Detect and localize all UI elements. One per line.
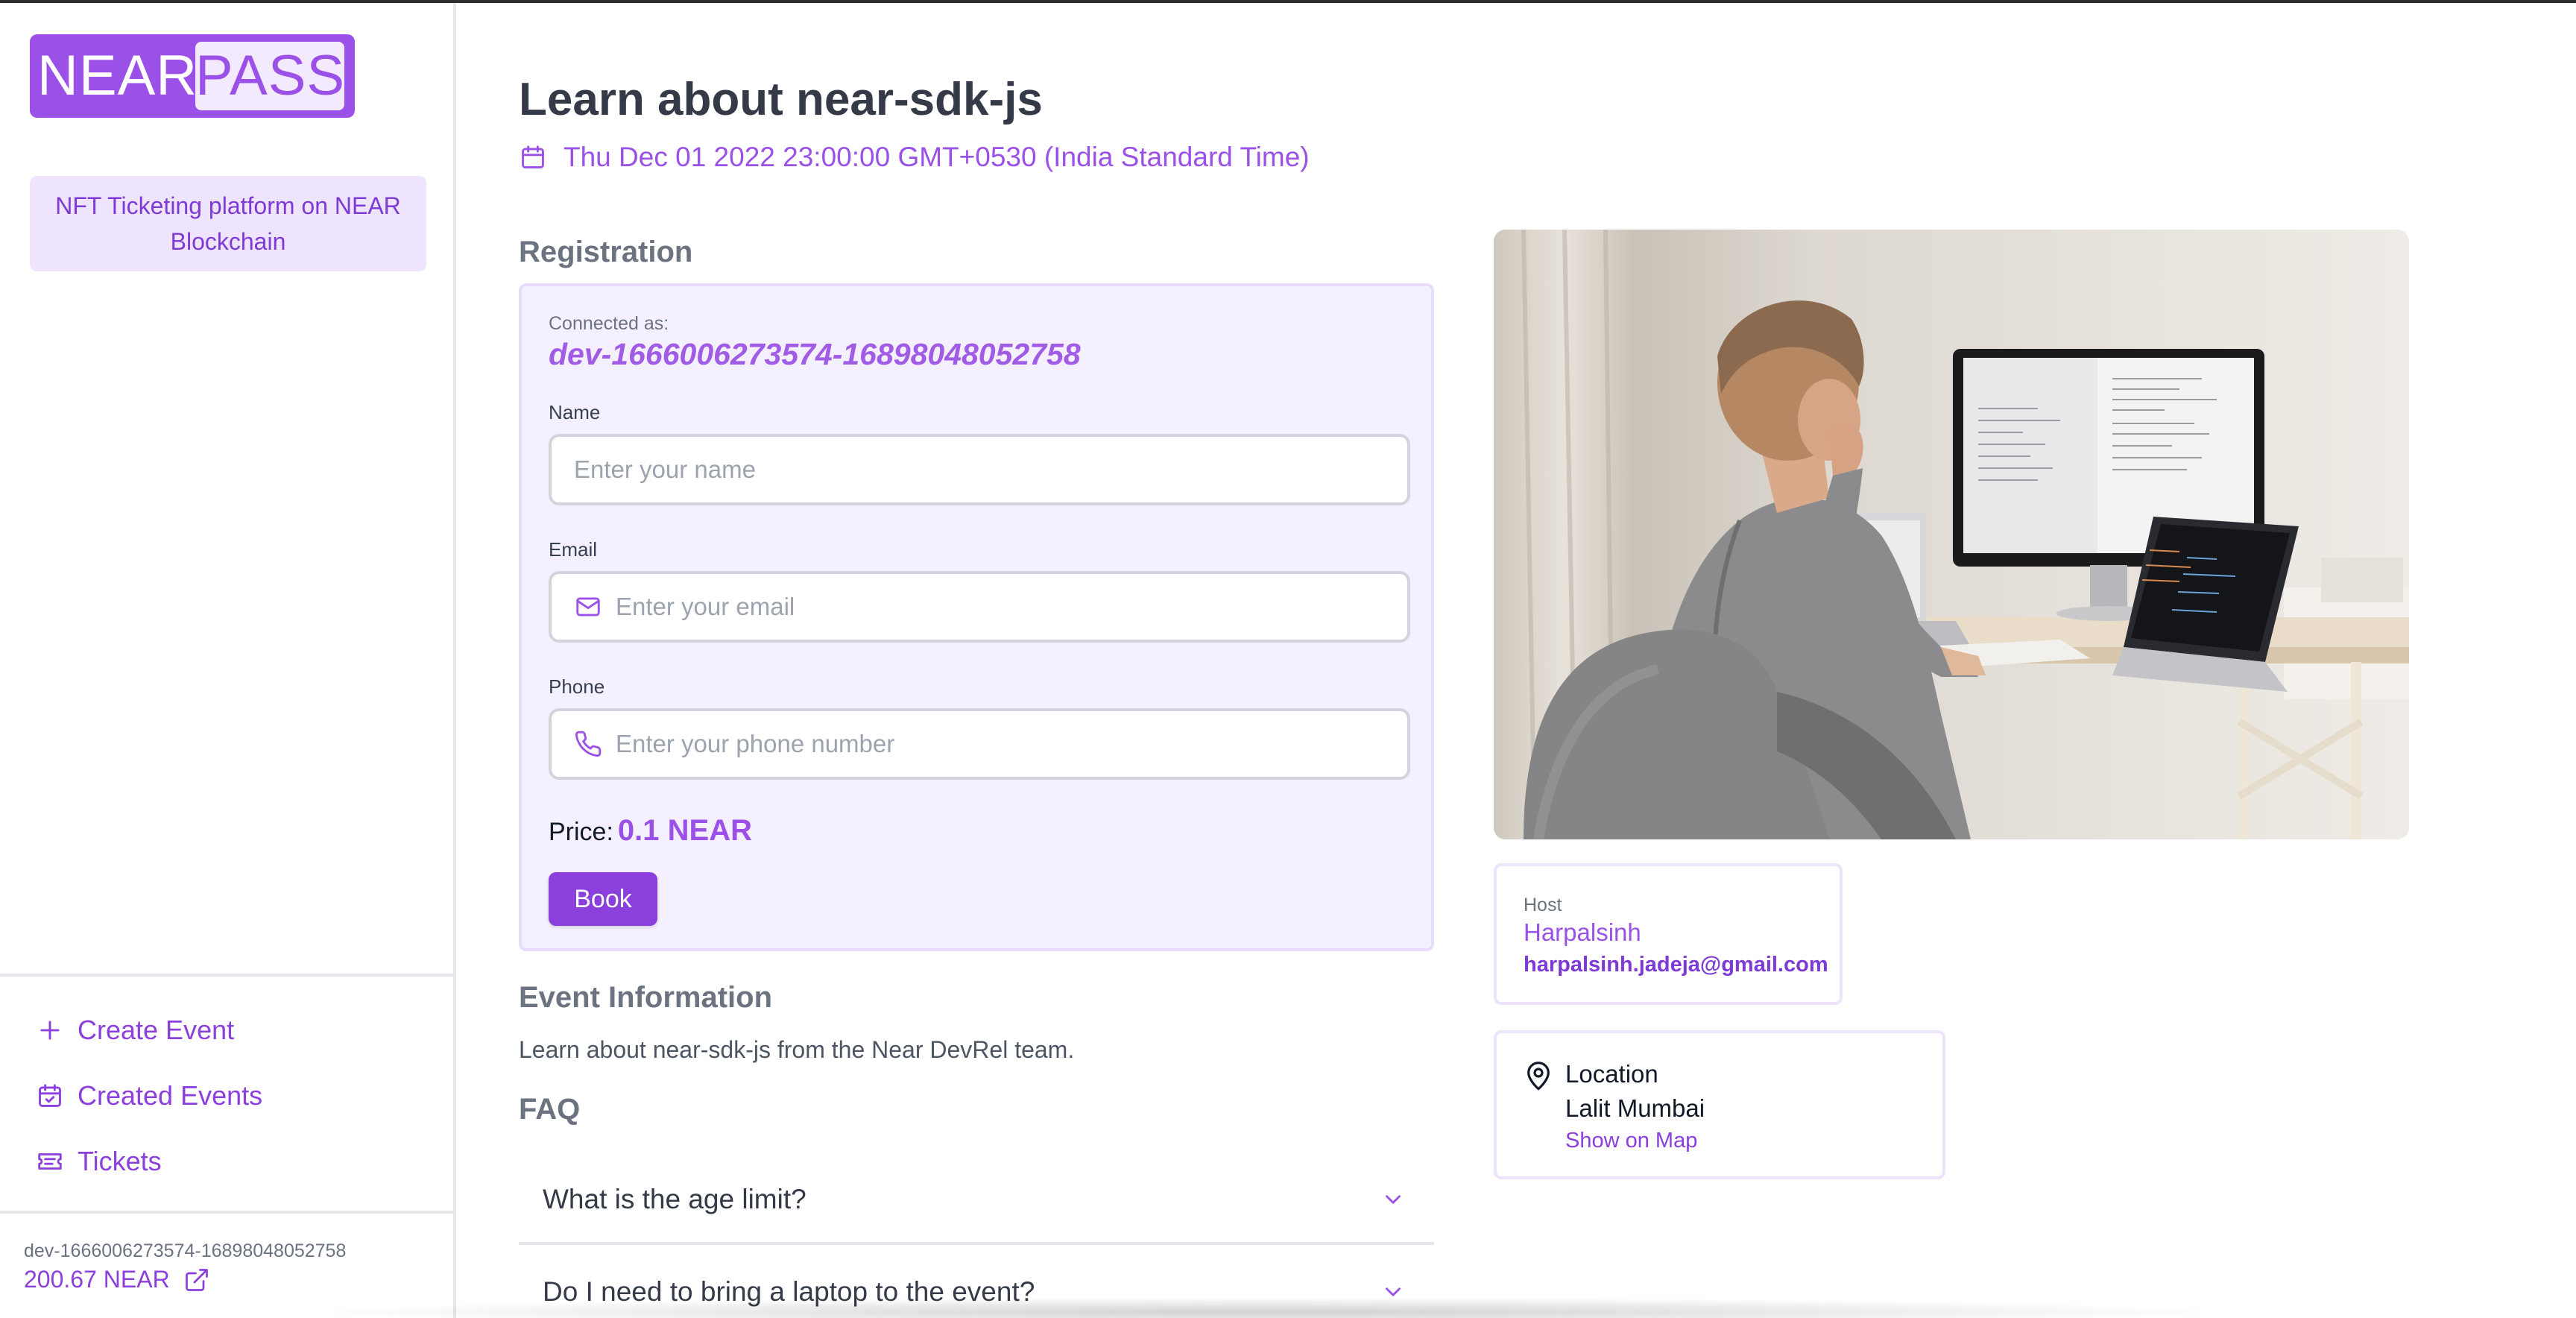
phone-placeholder: Enter your phone number	[616, 730, 895, 757]
connected-account-id: dev-1666006273574-16898048052758	[549, 337, 1081, 371]
phone-label: Phone	[549, 675, 605, 698]
book-button[interactable]: Book	[549, 872, 657, 926]
host-email[interactable]: harpalsinh.jadeja@gmail.com	[1524, 953, 1828, 977]
registration-heading: Registration	[519, 236, 693, 268]
sidebar-item-create-event[interactable]: Create Event	[36, 1008, 234, 1053]
name-field[interactable]: Enter your name	[549, 434, 1410, 505]
external-link-icon[interactable]	[183, 1267, 210, 1293]
phone-field[interactable]: Enter your phone number	[549, 708, 1410, 780]
location-card: Location Lalit Mumbai Show on Map	[1494, 1030, 1945, 1179]
email-label: Email	[549, 538, 598, 561]
registration-card: Connected as: dev-1666006273574-16898048…	[519, 283, 1434, 951]
event-cover-image	[1494, 230, 2409, 839]
event-information-heading: Event Information	[519, 981, 773, 1014]
price-row: Price: 0.1 NEAR	[549, 814, 752, 848]
host-name: Harpalsinh	[1524, 918, 1641, 946]
sidebar-divider	[0, 974, 453, 977]
name-placeholder: Enter your name	[574, 455, 756, 483]
calendar-check-icon	[39, 1084, 61, 1107]
price-value: 0.1 NEAR	[617, 814, 752, 847]
email-field[interactable]: Enter your email	[549, 571, 1410, 643]
logo-near-text: NEAR	[37, 44, 198, 107]
nearpass-logo[interactable]: NEAR PASS	[30, 34, 355, 118]
show-on-map-link[interactable]: Show on Map	[1565, 1129, 1697, 1153]
location-name: Lalit Mumbai	[1565, 1094, 1705, 1122]
faq-heading: FAQ	[519, 1093, 581, 1126]
sidebar-item-created-events[interactable]: Created Events	[36, 1073, 262, 1118]
plus-icon	[40, 1021, 60, 1040]
account-id: dev-1666006273574-16898048052758	[24, 1240, 347, 1261]
email-placeholder: Enter your email	[616, 593, 795, 620]
account-balance[interactable]: 200.67 NEAR	[24, 1266, 210, 1293]
event-description: Learn about near-sdk-js from the Near De…	[519, 1036, 1075, 1063]
faq-item[interactable]: What is the age limit?	[519, 1157, 1434, 1245]
map-pin-icon	[1527, 1062, 1550, 1091]
developer-at-desk-illustration	[1494, 230, 2409, 839]
calendar-icon	[522, 145, 544, 168]
sidebar-item-label: Created Events	[78, 1080, 263, 1111]
event-date: Thu Dec 01 2022 23:00:00 GMT+0530 (India…	[519, 142, 1310, 173]
sidebar-item-tickets[interactable]: Tickets	[36, 1139, 162, 1184]
sidebar-item-label: Tickets	[78, 1146, 162, 1176]
connected-label: Connected as:	[549, 313, 669, 334]
sidebar: NEAR PASS NFT Ticketing platform on NEAR…	[0, 3, 456, 1318]
bottom-shadow	[298, 1297, 2236, 1318]
price-label: Price:	[549, 818, 613, 846]
balance-value: 200.67 NEAR	[24, 1266, 170, 1293]
phone-icon	[575, 731, 602, 757]
chevron-down-icon	[1386, 1195, 1401, 1204]
location-label: Location	[1565, 1060, 1658, 1088]
logo-pass-text: PASS	[195, 42, 344, 110]
ticket-icon	[38, 1153, 62, 1170]
event-date-text: Thu Dec 01 2022 23:00:00 GMT+0530 (India…	[564, 142, 1310, 172]
host-card: Host Harpalsinh harpalsinh.jadeja@gmail.…	[1494, 863, 1843, 1005]
event-title: Learn about near-sdk-js	[519, 74, 1043, 125]
name-label: Name	[549, 401, 601, 423]
sidebar-item-label: Create Event	[78, 1015, 235, 1045]
mail-icon	[576, 597, 600, 617]
host-label: Host	[1524, 895, 1562, 915]
faq-question: What is the age limit?	[543, 1184, 806, 1214]
tagline-badge: NFT Ticketing platform on NEAR Blockchai…	[30, 176, 426, 271]
sidebar-divider	[0, 1211, 453, 1214]
